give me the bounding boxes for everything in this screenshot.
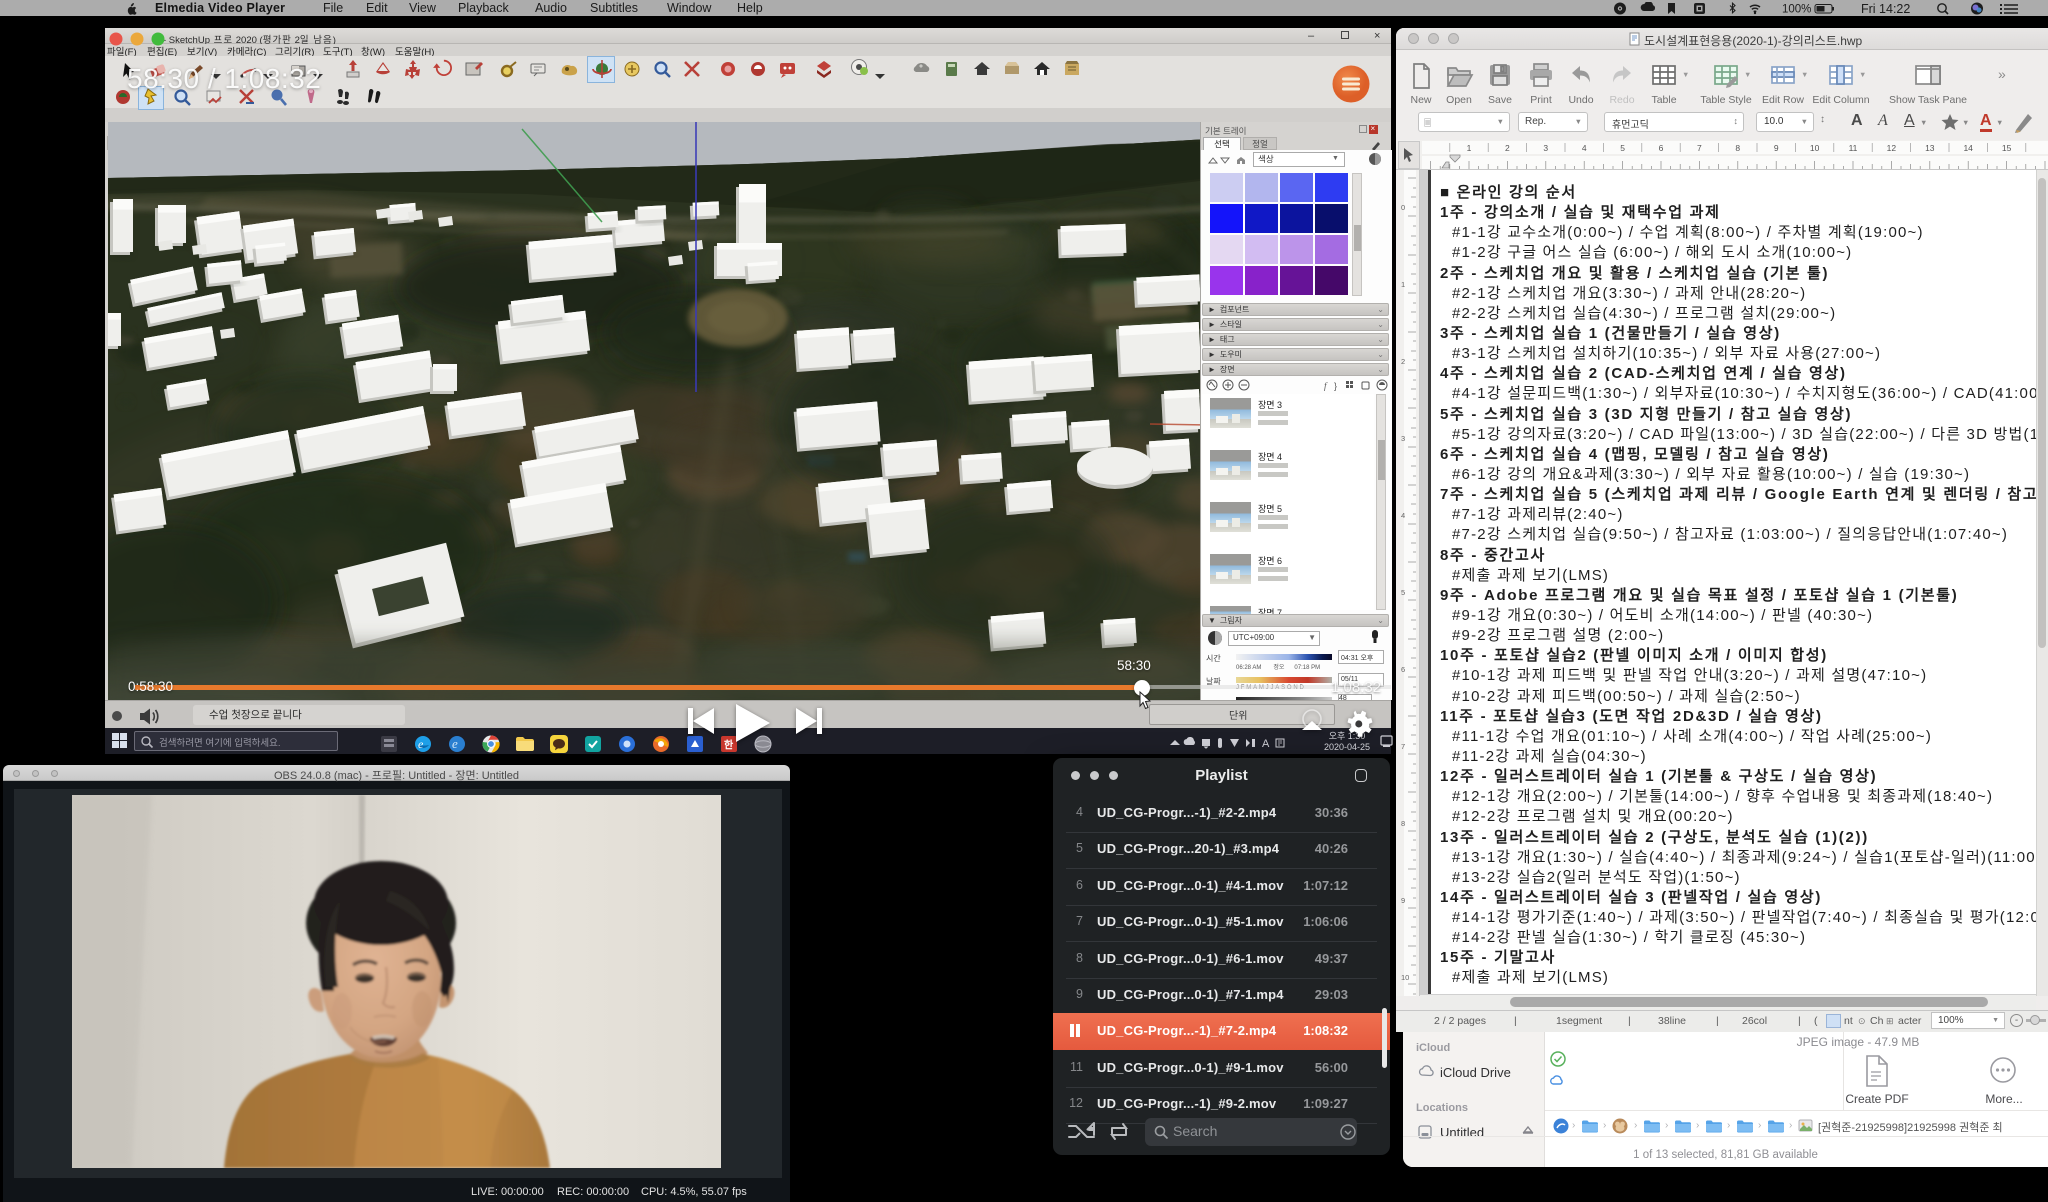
svg-text:}: } [1334,381,1337,391]
svg-text:8: 8 [1735,143,1740,153]
svg-text:f: f [1324,381,1328,391]
svg-text:11: 11 [1849,143,1858,153]
svg-text:1: 1 [1401,280,1405,289]
svg-text:2: 2 [1505,143,1510,153]
svg-text:9: 9 [1401,896,1405,905]
svg-text:0: 0 [1401,203,1405,212]
svg-text:4: 4 [1582,143,1587,153]
svg-text:14: 14 [1963,143,1973,153]
svg-text:3: 3 [1543,143,1548,153]
svg-text:5: 5 [1620,143,1625,153]
svg-text:15: 15 [2002,143,2012,153]
svg-text:3: 3 [1401,434,1405,443]
svg-text:9: 9 [1774,143,1779,153]
svg-text:2: 2 [1401,357,1405,366]
svg-text:5: 5 [1401,588,1405,597]
svg-text:Fri 14:22: Fri 14:22 [1861,2,1910,15]
svg-text:12: 12 [1887,143,1897,153]
svg-text:6: 6 [1401,665,1405,674]
svg-text:e: e [452,736,458,751]
svg-text:e: e [418,737,424,751]
svg-text:7: 7 [1697,143,1702,153]
svg-text:4: 4 [1401,511,1405,520]
svg-text:8: 8 [1401,819,1405,828]
svg-text:100%: 100% [1782,4,1811,16]
svg-text:10: 10 [1401,973,1409,982]
svg-text:13: 13 [1925,143,1935,153]
svg-text:1: 1 [1467,143,1472,153]
svg-text:6: 6 [1659,143,1664,153]
svg-text:A: A [1262,738,1270,750]
svg-text:7: 7 [1401,742,1405,751]
svg-text:10: 10 [1810,143,1820,153]
